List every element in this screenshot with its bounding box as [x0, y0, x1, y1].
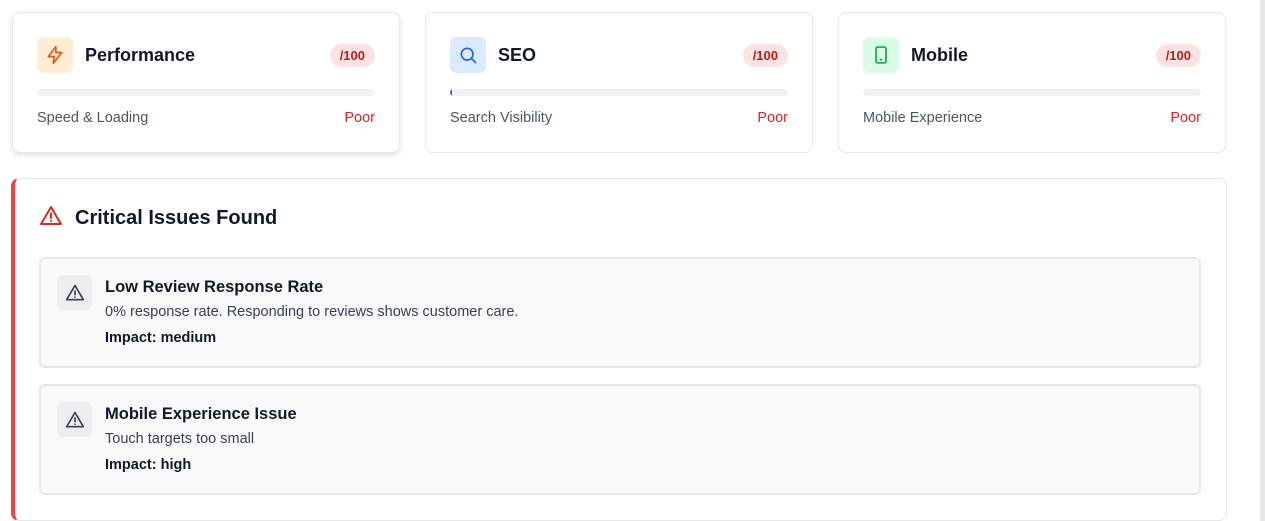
issue-description: 0% response rate. Responding to reviews … — [105, 304, 519, 320]
issues-title: Critical Issues Found — [75, 206, 278, 229]
card-header: Performance /100 — [37, 37, 375, 73]
score-cards: Performance /100 Speed & Loading Poor SE… — [12, 12, 1226, 153]
progress-fill — [450, 89, 452, 96]
card-title: Performance — [85, 44, 196, 65]
card-title: Mobile — [911, 44, 968, 65]
progress-bar — [450, 89, 788, 96]
scrollbar[interactable] — [1260, 0, 1265, 521]
issue-body: Mobile Experience Issue Touch targets to… — [105, 405, 297, 493]
score-badge: /100 — [742, 43, 788, 67]
score-badge: /100 — [1155, 43, 1201, 67]
card-subtitle: Speed & Loading — [37, 110, 149, 126]
card-footer: Mobile Experience Poor — [863, 110, 1201, 126]
performance-card[interactable]: Performance /100 Speed & Loading Poor — [12, 12, 400, 153]
warning-icon — [57, 402, 92, 437]
card-title: SEO — [498, 44, 537, 65]
issue-body: Low Review Response Rate 0% response rat… — [105, 278, 518, 366]
seo-card[interactable]: SEO /100 Search Visibility Poor — [425, 12, 813, 153]
card-header: Mobile /100 — [863, 37, 1201, 73]
mobile-card[interactable]: Mobile /100 Mobile Experience Poor — [838, 12, 1226, 153]
issue-description: Touch targets too small — [105, 431, 255, 447]
rating-label: Poor — [1170, 110, 1201, 126]
issue-impact: Impact: medium — [105, 330, 217, 346]
warning-icon — [57, 275, 92, 310]
critical-issues-panel: Critical Issues Found Low Review Respons… — [11, 178, 1227, 521]
card-subtitle: Mobile Experience — [863, 110, 983, 126]
card-subtitle: Search Visibility — [450, 110, 553, 126]
card-footer: Search Visibility Poor — [450, 110, 788, 126]
audit-dashboard: Performance /100 Speed & Loading Poor SE… — [0, 0, 1265, 521]
rating-label: Poor — [757, 110, 788, 126]
rating-label: Poor — [344, 110, 375, 126]
progress-bar — [863, 89, 1201, 96]
issue-item[interactable]: Low Review Response Rate 0% response rat… — [39, 257, 1201, 368]
issue-title: Mobile Experience Issue — [105, 405, 297, 423]
lightning-icon — [37, 37, 73, 73]
alert-triangle-icon — [39, 204, 63, 233]
card-header: SEO /100 — [450, 37, 788, 73]
issue-impact: Impact: high — [105, 457, 192, 473]
issue-item[interactable]: Mobile Experience Issue Touch targets to… — [39, 384, 1201, 495]
progress-bar — [37, 89, 375, 96]
issues-header: Critical Issues Found — [39, 204, 1201, 232]
card-footer: Speed & Loading Poor — [37, 110, 375, 126]
search-icon — [450, 37, 486, 73]
issue-title: Low Review Response Rate — [105, 278, 324, 296]
score-badge: /100 — [329, 43, 375, 67]
smartphone-icon — [863, 37, 899, 73]
